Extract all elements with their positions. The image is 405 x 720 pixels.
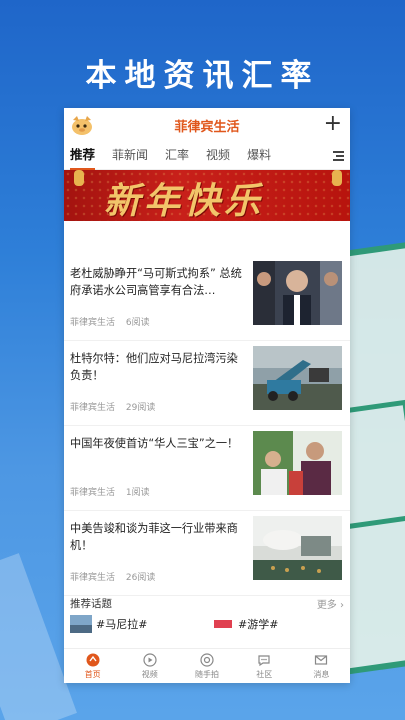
news-thumbnail — [253, 261, 342, 325]
topic-chip-label: #马尼拉# — [96, 618, 148, 631]
news-item[interactable]: 杜特尔特：他们应对马尼拉湾污染负责！ 菲律宾生活 29阅读 — [64, 341, 350, 426]
news-title: 中国年夜使首访“华人三宝”之一！ — [70, 437, 239, 450]
news-item[interactable]: 中国年夜使首访“华人三宝”之一！ 菲律宾生活 1阅读 — [64, 426, 350, 511]
news-source: 菲律宾生活 — [70, 573, 116, 583]
topics-label: 推荐话题 — [70, 598, 112, 610]
news-meta: 菲律宾生活 29阅读 — [70, 400, 163, 413]
tab-philippine-news[interactable]: 菲新闻 — [112, 144, 148, 170]
video-icon — [143, 652, 157, 667]
channel-menu-icon[interactable] — [333, 151, 344, 163]
news-title: 中美告竣和谈为菲这一行业带来商机！ — [70, 522, 238, 552]
news-title: 老杜威胁睁开“马可斯式拘系” 总统府承诺水公司高管享有合法… — [70, 267, 242, 297]
banner-text: 新年快乐 — [104, 180, 265, 221]
nav-messages[interactable]: 消息 — [293, 649, 350, 683]
news-thumbnail — [253, 346, 342, 410]
camera-icon — [200, 652, 214, 667]
promo-headline: 本地资讯汇率 — [85, 58, 320, 94]
topic-thumbnail-icon — [212, 615, 234, 633]
news-source: 菲律宾生活 — [70, 318, 116, 328]
app-header: 菲律宾生活 + — [64, 108, 350, 142]
topic-thumbnail-icon — [70, 615, 92, 633]
nav-community[interactable]: 社区 — [236, 649, 293, 683]
bottom-navigation: 首页 视频 随手拍 社区 消息 — [64, 648, 350, 683]
tab-recommend[interactable]: 推荐 — [70, 144, 96, 170]
app-screen: 菲律宾生活 + 推荐 菲新闻 汇率 视频 爆料 新年快乐 老杜威胁睁开“马可斯式… — [64, 108, 350, 683]
tab-breaking[interactable]: 爆料 — [247, 144, 271, 170]
category-tabs: 推荐 菲新闻 汇率 视频 爆料 — [64, 144, 350, 170]
news-reads: 1阅读 — [125, 488, 150, 498]
topic-chip[interactable]: #游学# — [212, 614, 278, 634]
news-thumbnail — [253, 431, 342, 495]
app-title: 菲律宾生活 — [174, 119, 240, 135]
nav-video[interactable]: 视频 — [121, 649, 178, 683]
recommended-topics: 推荐话题 更多 › #马尼拉# #游学# — [64, 594, 350, 644]
nav-snapshot[interactable]: 随手拍 — [178, 649, 235, 683]
news-thumbnail — [253, 516, 342, 580]
nav-home[interactable]: 首页 — [64, 649, 121, 683]
topics-more-link[interactable]: 更多 › — [317, 596, 344, 611]
tab-exchange-rate[interactable]: 汇率 — [165, 144, 189, 170]
new-year-banner[interactable]: 新年快乐 — [64, 170, 350, 221]
news-item[interactable]: 中美告竣和谈为菲这一行业带来商机！ 菲律宾生活 26阅读 — [64, 511, 350, 596]
spacer — [64, 221, 350, 257]
news-reads: 26阅读 — [125, 573, 156, 583]
news-reads: 6阅读 — [125, 318, 150, 328]
community-icon — [258, 654, 270, 666]
topic-chip[interactable]: #马尼拉# — [70, 614, 147, 634]
news-meta: 菲律宾生活 1阅读 — [70, 485, 158, 498]
tab-video[interactable]: 视频 — [206, 144, 230, 170]
app-logo-icon[interactable] — [70, 114, 94, 136]
message-icon — [315, 654, 328, 665]
news-reads: 29阅读 — [125, 403, 156, 413]
news-source: 菲律宾生活 — [70, 488, 116, 498]
news-meta: 菲律宾生活 6阅读 — [70, 315, 158, 328]
news-item[interactable]: 老杜威胁睁开“马可斯式拘系” 总统府承诺水公司高管享有合法… 菲律宾生活 6阅读 — [64, 256, 350, 341]
news-source: 菲律宾生活 — [70, 403, 116, 413]
news-meta: 菲律宾生活 26阅读 — [70, 570, 163, 583]
news-title: 杜特尔特：他们应对马尼拉湾污染负责！ — [70, 352, 238, 382]
topic-chip-label: #游学# — [238, 618, 279, 631]
home-icon — [86, 653, 100, 666]
add-button[interactable]: + — [324, 112, 342, 136]
